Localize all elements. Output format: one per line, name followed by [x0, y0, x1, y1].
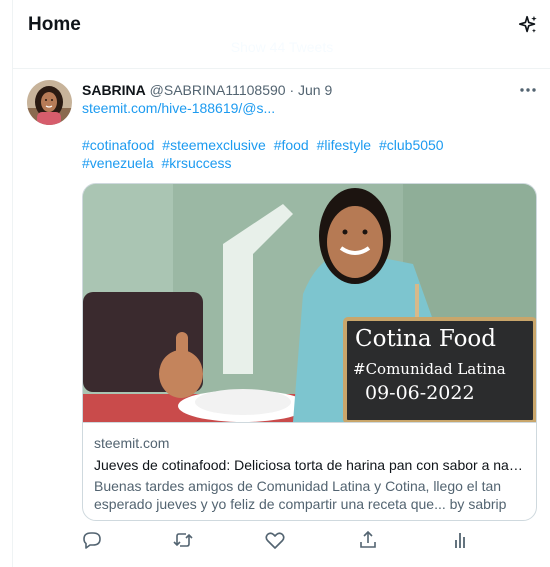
sign-line-1: Cotina Food	[355, 326, 496, 352]
tweet-actions	[73, 528, 473, 552]
retweet-icon[interactable]	[171, 528, 195, 552]
tweet-link[interactable]: steemit.com/hive-188619/@s...	[82, 99, 275, 117]
like-icon[interactable]	[263, 528, 287, 552]
hashtag[interactable]: #krsuccess	[162, 155, 232, 171]
hashtag[interactable]: #venezuela	[82, 155, 154, 171]
share-icon[interactable]	[356, 528, 380, 552]
card-domain: steemit.com	[94, 435, 170, 451]
top-bar: Home	[13, 0, 550, 52]
tweet-header: SABRINA @SABRINA11108590 · Jun 9	[82, 81, 332, 99]
card-body[interactable]: steemit.com Jueves de cotinafood: Delici…	[83, 422, 536, 520]
card-description: Buenas tardes amigos de Comunidad Latina…	[94, 478, 507, 512]
timeline-column: Home Show 44 Tweets SABRINA @SABRINA1110…	[12, 0, 550, 567]
author-handle[interactable]: @SABRINA11108590	[150, 82, 286, 98]
more-options-icon[interactable]	[517, 80, 539, 100]
hashtag[interactable]: #steemexclusive	[162, 137, 266, 153]
hashtag[interactable]: #club5050	[379, 137, 444, 153]
hashtag[interactable]: #lifestyle	[317, 137, 371, 153]
tweet-date[interactable]: Jun 9	[298, 82, 332, 98]
divider	[13, 68, 550, 69]
reply-icon[interactable]	[80, 528, 104, 552]
hashtag[interactable]: #food	[274, 137, 309, 153]
card-title[interactable]: Jueves de cotinafood: Deliciosa torta de…	[94, 456, 526, 474]
separator-dot: ·	[289, 82, 295, 98]
analytics-icon[interactable]	[448, 528, 472, 552]
sign-line-3: 09-06-2022	[365, 382, 475, 404]
sign-line-2: #Comunidad Latina	[353, 360, 506, 378]
link-preview-card[interactable]: Cotina Food #Comunidad Latina 09-06-2022…	[82, 183, 537, 521]
author-name[interactable]: SABRINA	[82, 82, 146, 98]
hashtag[interactable]: #cotinafood	[82, 137, 154, 153]
sparkle-icon[interactable]	[517, 14, 539, 36]
card-image[interactable]: Cotina Food #Comunidad Latina 09-06-2022	[83, 184, 536, 422]
hashtag-list: #cotinafood #steemexclusive #food #lifes…	[82, 136, 522, 172]
page-title: Home	[28, 14, 81, 35]
avatar[interactable]	[27, 80, 72, 125]
